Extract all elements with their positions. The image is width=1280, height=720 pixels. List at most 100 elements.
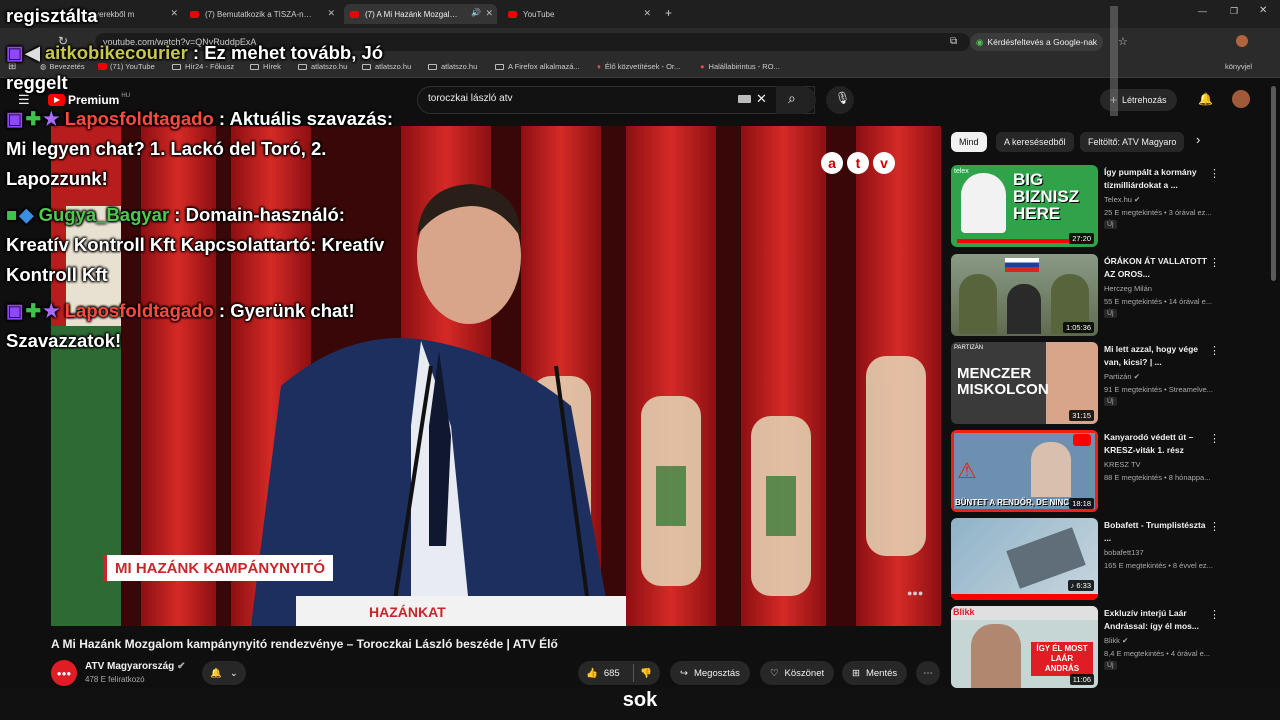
- bookmark-item[interactable]: atlatszo.hu: [428, 62, 477, 71]
- chat-text: reggelt: [6, 72, 68, 93]
- duration-badge: 27:20: [1069, 233, 1094, 244]
- subscriber-count: 478 E feliratkozó: [85, 675, 145, 684]
- podium-text: HAZÁNKAT: [369, 604, 446, 620]
- close-icon[interactable]: ✕: [327, 8, 335, 19]
- chevron-right-icon[interactable]: ›: [1196, 132, 1200, 147]
- chevron-down-icon: ⌄: [229, 667, 238, 679]
- channel-line: Blikk ✔: [1104, 636, 1128, 645]
- more-options-icon[interactable]: ⋮: [1209, 520, 1220, 533]
- recommended-video[interactable]: ⚠ BÜNTET A RENDŐR, DE NINCS 18:18 Kanyar…: [951, 430, 1271, 512]
- soldier-figure: [959, 274, 997, 334]
- bookmark-item[interactable]: ● Halállabirintus - RO...: [700, 62, 780, 71]
- browser-tab[interactable]: (7) Bemutatkozik a TISZA-nál K ✕: [190, 4, 335, 24]
- subscription-bell-button[interactable]: 🔔 ⌄: [202, 661, 246, 685]
- video-thumbnail[interactable]: 1:05:36: [951, 254, 1098, 336]
- more-options-icon[interactable]: ⋮: [1209, 608, 1220, 621]
- more-options-icon[interactable]: ⋮: [1209, 256, 1220, 269]
- video-thumbnail[interactable]: Blikk ÍGY ÉL MOST LAÁR ANDRÁS 11:06: [951, 606, 1098, 688]
- scrollbar-thumb[interactable]: [1271, 86, 1276, 281]
- channel-line: Partizán ✔: [1104, 372, 1140, 381]
- browser-tab-active[interactable]: (7) A Mi Hazánk Mozgalom 🔊 ✕: [344, 4, 497, 24]
- account-avatar[interactable]: [1232, 90, 1250, 108]
- hamburger-menu-icon[interactable]: ☰: [18, 92, 30, 108]
- folder-icon: [172, 63, 181, 70]
- more-options-icon[interactable]: ⋮: [1209, 344, 1220, 357]
- live-caption: sok: [622, 689, 658, 711]
- chat-text: Kontroll Kft: [6, 264, 108, 285]
- window-close-icon[interactable]: ✕: [1259, 5, 1267, 16]
- other-bookmarks[interactable]: könyvjel: [1225, 62, 1252, 71]
- recommended-video[interactable]: ♪ 6:33 Bobafett - Trumplistészta ... bob…: [951, 518, 1271, 600]
- maximize-icon[interactable]: ❐: [1230, 6, 1238, 17]
- video-thumbnail[interactable]: PARTIZÁN MENCZER MISKOLCON 31:15: [951, 342, 1098, 424]
- shorts-icon: ♪: [1070, 581, 1075, 590]
- close-icon[interactable]: ✕: [170, 8, 178, 19]
- star-badge-icon: ★: [43, 108, 60, 129]
- recommended-video[interactable]: 1:05:36 ÓRÁKON ÁT VALLATOTT AZ OROS... H…: [951, 254, 1271, 336]
- person-figure: [1007, 284, 1041, 334]
- folder-icon: [250, 63, 259, 70]
- twitch-icon: ▣: [6, 108, 24, 129]
- bookmark-item[interactable]: A Firefox alkalmazá...: [495, 62, 580, 71]
- channel-avatar[interactable]: ●●●: [51, 660, 77, 686]
- stage-background: [51, 126, 941, 626]
- chat-username: aitkobikecourier: [44, 42, 188, 63]
- clear-search-icon[interactable]: ✕: [756, 91, 767, 107]
- close-icon[interactable]: ✕: [485, 8, 493, 19]
- channel-name: bobafett137: [1104, 548, 1144, 557]
- create-label: Létrehozás: [1122, 95, 1167, 105]
- like-count: 685: [603, 667, 620, 679]
- recommended-video[interactable]: PARTIZÁN MENCZER MISKOLCON 31:15 Mi lett…: [951, 342, 1271, 424]
- bell-icon: 🔔: [210, 667, 222, 679]
- chat-text: Kreatív Kontroll Kft Kapcsolattartó: Kre…: [6, 234, 385, 255]
- bookmark-star-icon[interactable]: ☆: [1118, 35, 1128, 48]
- video-thumbnail[interactable]: telex BIG BIZNISZ HERE 27:20: [951, 165, 1098, 247]
- install-icon[interactable]: ⧉: [950, 36, 957, 47]
- more-options-icon[interactable]: ⋮: [1209, 167, 1220, 180]
- bookmark-item[interactable]: ♦ Élő közvetítések - Or...: [597, 62, 680, 71]
- player-control-icon[interactable]: ●●●: [907, 588, 923, 598]
- chip-uploader[interactable]: Feltöltő: ATV Magyaro: [1080, 132, 1185, 152]
- video-thumbnail[interactable]: ♪ 6:33: [951, 518, 1098, 600]
- save-label: Mentés: [865, 667, 898, 679]
- folder-icon: [362, 63, 371, 70]
- notifications-icon[interactable]: 🔔: [1198, 92, 1213, 106]
- save-button[interactable]: ⊞ Mentés: [842, 661, 908, 685]
- search-button[interactable]: [776, 86, 816, 114]
- youtube-logo[interactable]: Premium HU: [48, 93, 130, 107]
- share-button[interactable]: ↪ Megosztás: [670, 661, 750, 685]
- google-lens-button[interactable]: ◉ Kérdésfeltevés a Google-nak: [970, 33, 1104, 51]
- share-label: Megosztás: [693, 667, 740, 679]
- thanks-button[interactable]: ♡ Köszönet: [760, 661, 835, 685]
- chip-from-search[interactable]: A keresésedből: [996, 132, 1074, 152]
- close-icon[interactable]: ✕: [643, 8, 651, 19]
- chip-all[interactable]: Mind: [951, 132, 987, 152]
- more-options-icon[interactable]: ⋮: [1209, 432, 1220, 445]
- video-player[interactable]: HAZÁNKAT a t v MI HAZÁNK KAMPÁNYNYITÓ ●●…: [51, 126, 941, 626]
- video-thumbnail[interactable]: ⚠ BÜNTET A RENDŐR, DE NINCS 18:18: [951, 430, 1098, 512]
- recommended-video[interactable]: Blikk ÍGY ÉL MOST LAÁR ANDRÁS 11:06 Exkl…: [951, 606, 1271, 688]
- thumbs-down-icon[interactable]: 👎: [640, 668, 652, 679]
- keyboard-icon[interactable]: [738, 95, 751, 103]
- new-badge: Új: [1104, 397, 1117, 406]
- webcam-tripod: [1110, 6, 1118, 116]
- chat-text: : Aktuális szavazás:: [213, 108, 394, 129]
- flame-icon: ♦: [597, 62, 601, 71]
- new-tab-icon[interactable]: +: [665, 6, 672, 20]
- search-query: toroczkai lászló atv: [428, 93, 513, 104]
- minimize-icon[interactable]: —: [1198, 6, 1207, 16]
- new-badge: Új: [1104, 661, 1117, 670]
- chat-text: : Ez mehet tovább, Jó: [187, 42, 384, 63]
- like-button[interactable]: 👍 685 👎: [578, 661, 660, 685]
- recommended-video[interactable]: telex BIG BIZNISZ HERE 27:20 Így pumpált…: [951, 165, 1271, 247]
- lower-third-caption: MI HAZÁNK KAMPÁNYNYITÓ: [103, 555, 333, 581]
- channel-name[interactable]: ATV Magyarország ✔: [85, 661, 185, 672]
- person-figure: [1031, 442, 1071, 497]
- thumb-text: BÜNTET A RENDŐR, DE NINCS: [955, 498, 1075, 507]
- speaker-icon[interactable]: 🔊: [471, 8, 481, 17]
- save-icon: ⊞: [852, 667, 860, 679]
- more-actions-icon[interactable]: ⋯: [916, 661, 940, 685]
- profile-avatar[interactable]: [1236, 35, 1248, 47]
- thanks-label: Köszönet: [784, 667, 825, 679]
- browser-tab[interactable]: YouTube ✕: [508, 4, 651, 24]
